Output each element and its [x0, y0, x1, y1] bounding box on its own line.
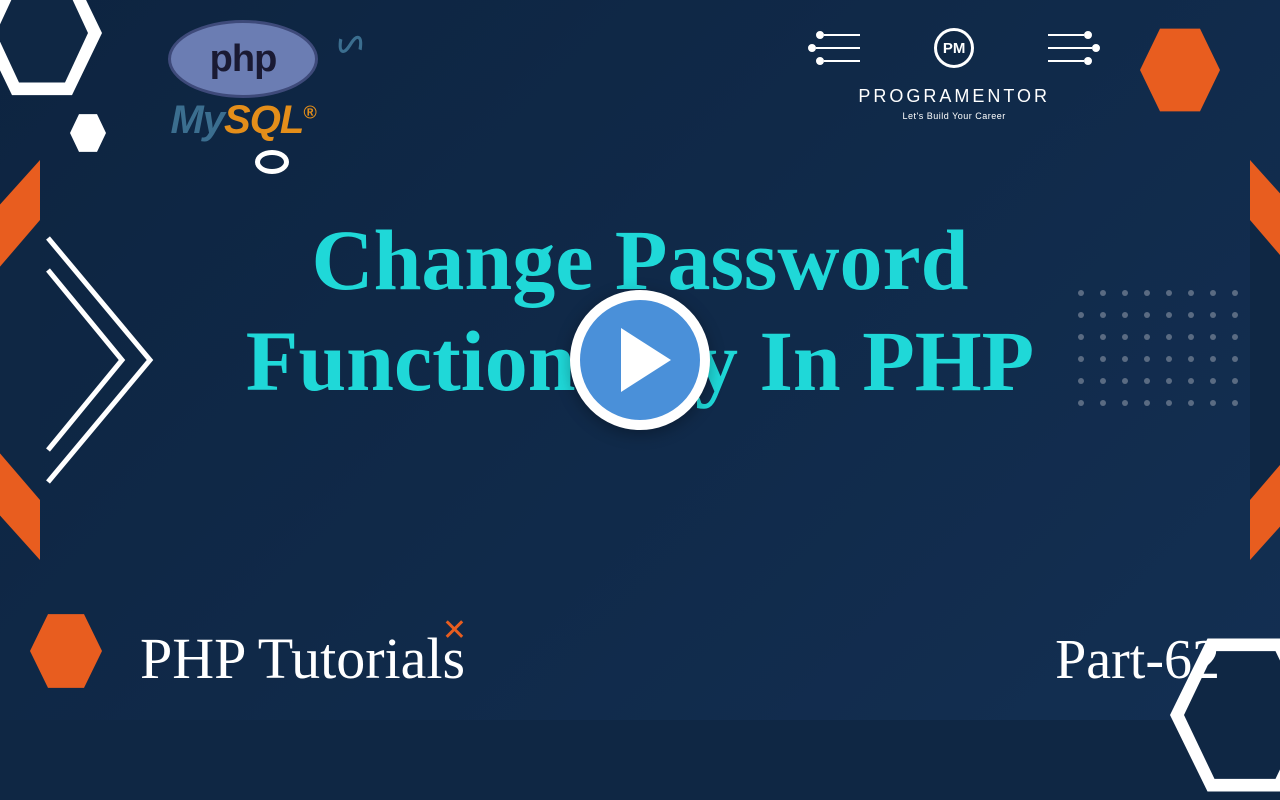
brand-tagline: Let's Build Your Career [858, 111, 1050, 121]
mysql-sql: SQL [224, 98, 303, 142]
mysql-dolphin-icon: ∿ [327, 16, 375, 72]
mysql-logo: MySQL® [168, 98, 318, 143]
brand-name: PROGRAMENTOR [858, 86, 1050, 107]
x-mark-icon: ✕ [442, 613, 467, 648]
hexagon-decoration [0, 0, 102, 102]
part-label: Part-62 [1055, 628, 1220, 692]
php-logo: php [168, 20, 318, 98]
brand-initials: PM [934, 28, 974, 68]
series-text: PHP Tutorials [140, 626, 465, 691]
hexagon-decoration [1140, 24, 1220, 116]
programentor-brand: PM PROGRAMENTOR Let's Build Your Career [858, 16, 1050, 121]
circuit-icon [806, 23, 860, 73]
circuit-icon [1048, 23, 1102, 73]
ring-decoration [255, 150, 289, 174]
hexagon-decoration [70, 112, 106, 154]
mysql-my: My [170, 98, 224, 142]
php-logo-text: php [210, 38, 277, 81]
video-thumbnail: php MySQL® ∿ PM [0, 0, 1280, 720]
play-button[interactable] [570, 290, 710, 430]
hexagon-decoration [30, 610, 102, 692]
php-mysql-logo: php MySQL® ∿ [168, 20, 318, 143]
series-label: PHP Tutorials ✕ [140, 625, 465, 692]
